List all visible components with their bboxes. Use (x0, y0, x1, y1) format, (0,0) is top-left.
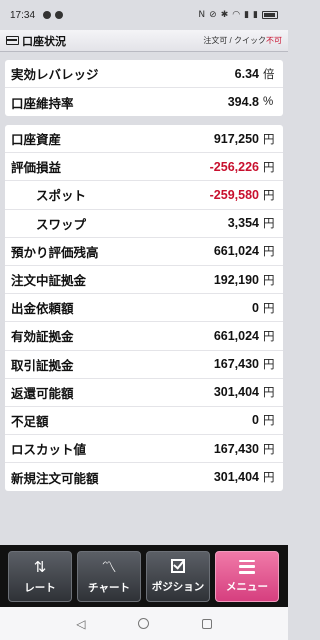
bottom-navigation: ⇅ レート 〽 チャート ポジション メニュー (0, 545, 288, 607)
menu-button[interactable]: メニュー (215, 551, 279, 602)
row-label: 預かり評価残高 (11, 245, 99, 260)
details-panel: 口座資産 917,250 円評価損益 -256,226 円スポット -259,580 円スワ… (5, 125, 283, 492)
wifi-icon: ◠ (232, 9, 241, 20)
row-label: ロスカット値 (11, 443, 87, 458)
status-bar: 17:34 N ⊘ ✱ ◠ ▮ ▮ (0, 0, 288, 30)
rate-button[interactable]: ⇅ レート (8, 551, 72, 602)
row-unit: 円 (263, 161, 275, 174)
row-value: 661,024 (213, 328, 259, 343)
position-label: ポジション (151, 581, 205, 593)
signal-icon: ▮ (244, 9, 250, 20)
row-unit: 円 (263, 218, 275, 231)
chart-line-icon: 〽 (101, 558, 117, 576)
row-unit: 円 (263, 133, 275, 146)
summary-panel: 実効レバレッジ 6.34 倍口座維持率 394.8% (5, 60, 283, 117)
account-row: 口座維持率 394.8% (5, 88, 283, 116)
menu-hamburger-icon (239, 559, 255, 574)
row-unit: 円 (263, 274, 275, 287)
row-value: 301,404 (213, 385, 259, 400)
status-time: 17:34 (10, 9, 36, 21)
row-label: 新規注文可能額 (11, 471, 99, 486)
row-value: 167,430 (213, 357, 259, 372)
row-label: 評価損益 (11, 161, 62, 176)
account-row: 実効レバレッジ 6.34 倍 (5, 60, 283, 89)
row-label: 不足額 (11, 414, 49, 429)
account-row: 口座資産 917,250 円 (5, 125, 283, 154)
account-row: 注文中証拠金 192,190 円 (5, 266, 283, 295)
account-row: 出金依頼額 0 円 (5, 294, 283, 323)
row-value: -259,580 (209, 187, 259, 202)
row-value: 0 (252, 300, 259, 315)
rate-arrows-icon: ⇅ (33, 558, 47, 576)
position-button[interactable]: ポジション (146, 551, 210, 602)
account-row: スポット -259,580 円 (5, 181, 283, 210)
row-label: 口座資産 (11, 133, 62, 148)
account-row: 有効証拠金 661,024 円 (5, 322, 283, 351)
row-value: -256,226 (209, 159, 259, 174)
system-navigation-bar: ◁ (0, 607, 288, 640)
row-label: 出金依頼額 (11, 302, 74, 317)
row-label: スポット (36, 189, 87, 204)
row-unit: 円 (263, 189, 275, 202)
mute-icon: ⊘ (209, 9, 217, 20)
menu-label: メニュー (226, 580, 268, 593)
account-row: 評価損益 -256,226 円 (5, 153, 283, 182)
home-icon[interactable] (138, 618, 150, 629)
rate-label: レート (24, 582, 56, 594)
account-row: ロスカット値 167,430 円 (5, 435, 283, 464)
row-unit: 円 (263, 330, 275, 343)
row-label: 口座維持率 (11, 96, 74, 111)
row-value: 301,404 (213, 470, 259, 485)
row-value: 394.8 (227, 95, 259, 110)
row-unit: 倍 (263, 68, 275, 81)
row-unit: % (263, 96, 274, 109)
bluetooth-icon: ✱ (220, 9, 229, 20)
row-label: 有効証拠金 (11, 330, 74, 345)
row-value: 3,354 (227, 216, 259, 231)
app-notification-icon (43, 11, 52, 19)
back-icon[interactable]: ◁ (76, 618, 85, 630)
recents-icon[interactable] (201, 618, 212, 629)
row-label: 実効レバレッジ (11, 68, 99, 83)
row-value: 6.34 (234, 66, 259, 81)
account-row: 取引証拠金 167,430 円 (5, 351, 283, 379)
position-check-icon (171, 559, 185, 573)
battery-icon (262, 11, 278, 19)
face-app-icon (55, 11, 64, 19)
row-unit: 円 (263, 359, 275, 372)
order-status-label: 注文可 / クイック (203, 36, 266, 45)
row-value: 192,190 (213, 272, 259, 287)
chart-label: チャート (88, 582, 130, 594)
account-row: 不足額 0 円 (5, 407, 283, 436)
row-unit: 円 (263, 472, 275, 485)
order-status-ng: 不可 (266, 36, 282, 45)
account-row: 預かり評価残高 661,024 円 (5, 238, 283, 266)
account-row: スワップ 3,354 円 (5, 210, 283, 238)
account-row: 新規注文可能額 301,404 円 (5, 463, 283, 491)
row-label: 注文中証拠金 (11, 274, 87, 289)
row-label: 取引証拠金 (11, 358, 74, 373)
chart-button[interactable]: 〽 チャート (77, 551, 141, 602)
row-value: 0 (252, 413, 259, 428)
account-row: 返還可能額 301,404 円 (5, 379, 283, 407)
row-value: 167,430 (213, 441, 259, 456)
row-unit: 円 (263, 387, 275, 400)
account-card-icon (6, 36, 19, 45)
row-value: 917,250 (213, 131, 259, 146)
row-unit: 円 (263, 415, 275, 428)
row-unit: 円 (263, 246, 275, 259)
nfc-icon: N (198, 9, 206, 20)
row-label: スワップ (36, 217, 87, 232)
row-label: 返還可能額 (11, 386, 74, 401)
row-unit: 円 (263, 302, 275, 315)
order-status-indicator: 注文可 / クイック不可 (203, 35, 282, 46)
page-title: 口座状況 (22, 35, 66, 48)
signal-2-icon: ▮ (253, 9, 258, 20)
row-unit: 円 (263, 443, 275, 456)
row-value: 661,024 (213, 244, 259, 259)
account-status-header: 口座状況 注文可 / クイック不可 (0, 30, 288, 52)
